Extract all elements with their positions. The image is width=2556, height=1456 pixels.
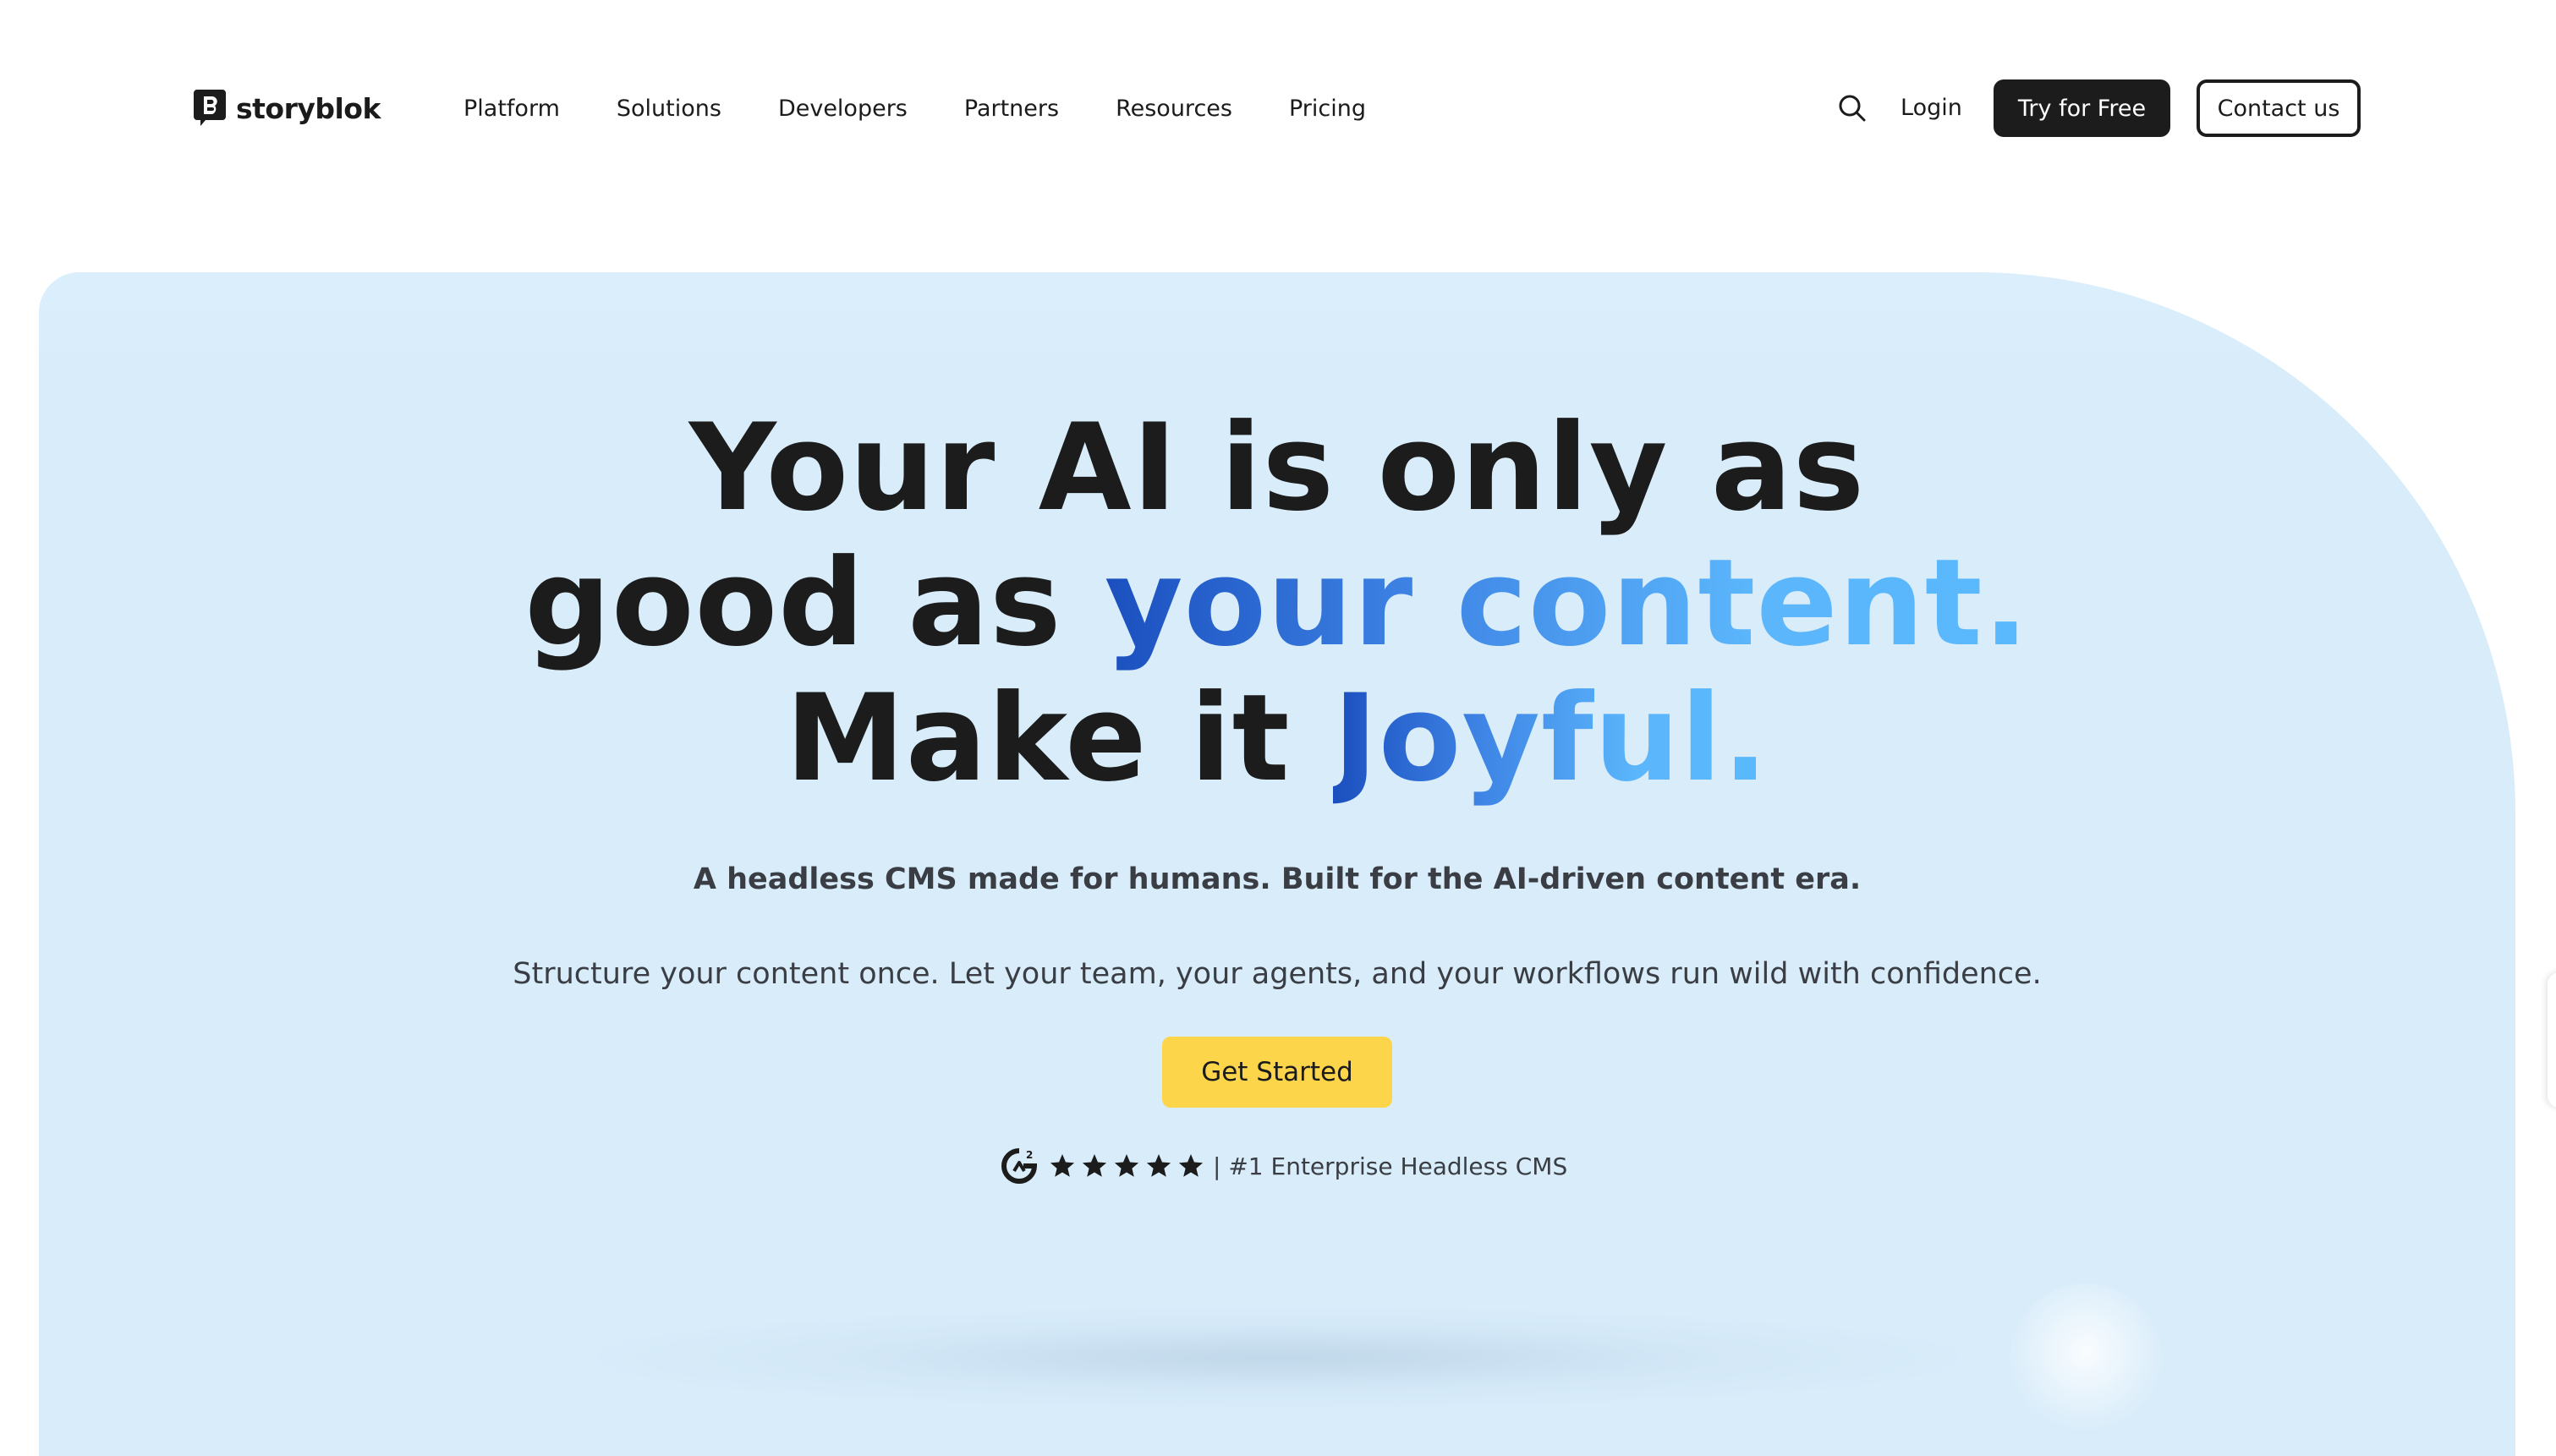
star-icon (1178, 1154, 1204, 1177)
rating-text: | #1 Enterprise Headless CMS (1213, 1152, 1568, 1180)
headline-line-2-plain: good as (524, 534, 1105, 673)
product-preview-glimpse (597, 1307, 1959, 1409)
site-header: storyblok Platform Solutions Developers … (0, 0, 2556, 216)
star-icon (1082, 1154, 1107, 1177)
rating-badge: 2 | #1 Enterprise Headless CMS (1001, 1145, 1567, 1187)
hero-top-fade (39, 272, 2515, 391)
hero-section: Your AI is only as good as your content.… (39, 272, 2515, 1456)
star-icon (1050, 1154, 1075, 1177)
main-nav: Platform Solutions Developers Partners R… (463, 91, 1366, 125)
hero-headline: Your AI is only as good as your content.… (39, 401, 2515, 807)
try-for-free-button[interactable]: Try for Free (1994, 79, 2170, 137)
headline-line-1: Your AI is only as (688, 398, 1866, 538)
storyblok-logo-icon (194, 90, 226, 126)
search-button[interactable] (1835, 91, 1869, 125)
get-started-button[interactable]: Get Started (1162, 1037, 1392, 1108)
svg-text:2: 2 (1026, 1149, 1033, 1161)
hero-description: Structure your content once. Let your te… (513, 957, 2042, 991)
headline-line-2-accent: your content. (1105, 534, 2030, 673)
nav-item-solutions[interactable]: Solutions (617, 97, 721, 120)
headline-line-3: Make it Joyful. (39, 671, 2515, 807)
headline-line-3-accent: Joyful. (1333, 669, 1769, 808)
headline-line-3-plain: Make it (785, 669, 1334, 808)
star-icon (1146, 1154, 1171, 1177)
star-rating (1049, 1152, 1204, 1180)
nav-item-pricing[interactable]: Pricing (1289, 97, 1366, 120)
feedback-side-tab[interactable] (2548, 972, 2556, 1108)
star-icon (1114, 1154, 1139, 1177)
nav-item-platform[interactable]: Platform (463, 97, 560, 120)
logo-text: storyblok (236, 91, 381, 125)
nav-item-partners[interactable]: Partners (964, 97, 1059, 120)
login-link[interactable]: Login (1901, 95, 1962, 122)
hero-subtitle: A headless CMS made for humans. Built fo… (693, 862, 1862, 896)
storyblok-logo[interactable]: storyblok (194, 88, 381, 129)
decorative-bubble (2010, 1284, 2162, 1436)
headline-line-2: good as your content. (39, 536, 2515, 671)
nav-item-resources[interactable]: Resources (1116, 97, 1232, 120)
contact-us-button[interactable]: Contact us (2197, 79, 2361, 137)
g2-logo-icon: 2 (1001, 1148, 1037, 1184)
search-icon (1839, 95, 1866, 122)
nav-item-developers[interactable]: Developers (778, 97, 908, 120)
